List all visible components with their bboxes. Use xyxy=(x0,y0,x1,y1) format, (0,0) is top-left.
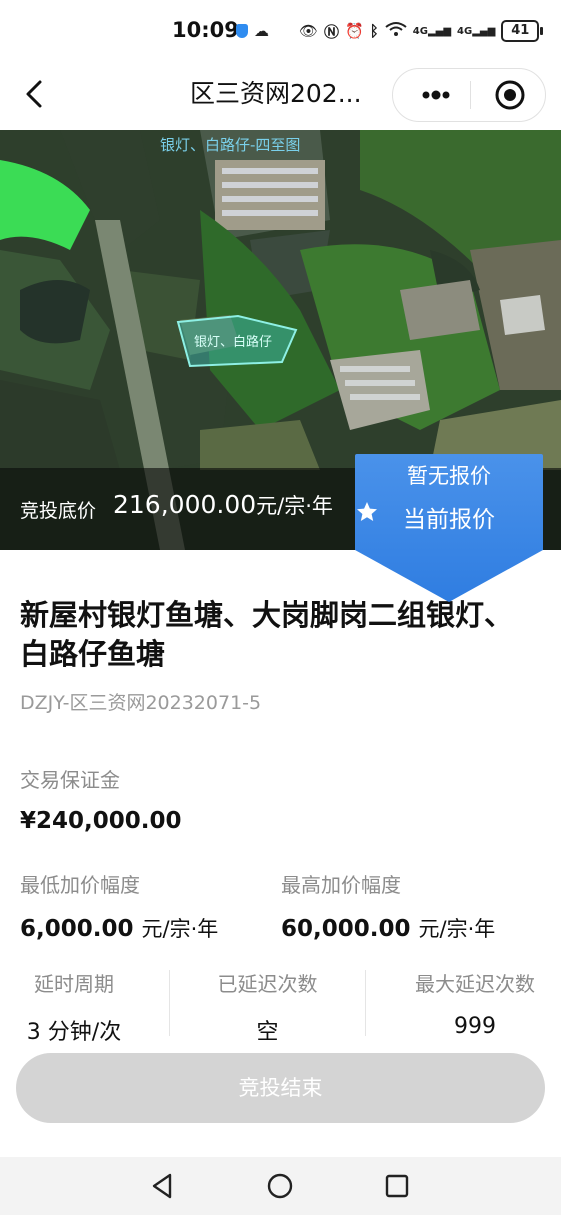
battery-icon: 41 xyxy=(501,20,544,42)
system-nav-bar xyxy=(0,1157,561,1215)
no-bid-text: 暂无报价 xyxy=(407,464,491,488)
max-increment-label: 最高加价幅度 xyxy=(281,873,401,897)
more-dots-icon xyxy=(422,90,450,100)
nav-recents-button[interactable] xyxy=(382,1171,412,1201)
delay-period: 延时周期 3 分钟/次 xyxy=(10,968,138,1045)
max-delay-count: 最大延迟次数 999 xyxy=(400,968,550,1039)
item-title: 新屋村银灯鱼塘、大岗脚岗二组银灯、白路仔鱼塘 xyxy=(20,598,514,671)
square-recents-icon xyxy=(385,1174,409,1198)
alarm-icon: ⏰ xyxy=(345,22,364,40)
more-button[interactable] xyxy=(413,79,459,111)
eye-icon: 👁 xyxy=(299,22,319,40)
nav-bar: 区三资网202... xyxy=(0,62,561,130)
deposit-value: ¥240,000.00 xyxy=(20,808,182,834)
back-button[interactable] xyxy=(18,76,54,112)
map-label-top: 银灯、白路仔-四至图 xyxy=(160,136,300,154)
base-price-value: 216,000.00元/宗·年 xyxy=(113,490,333,519)
cloud-icon: ☁ xyxy=(254,22,269,40)
bluetooth-icon: ᛒ xyxy=(369,22,379,40)
current-bid-label: 当前报价 xyxy=(403,507,495,533)
status-time: 10:09 xyxy=(172,18,239,42)
page-title: 区三资网202... xyxy=(190,79,362,108)
signal-icon: 4G▂▄▆ xyxy=(412,25,452,37)
max-increment-value: 60,000.00 元/宗·年 xyxy=(281,916,496,942)
min-increment-label: 最低加价幅度 xyxy=(20,873,140,897)
deposit-label: 交易保证金 xyxy=(20,768,120,792)
delay-count-value: 空 xyxy=(256,1020,279,1045)
status-icons: ☁ 👁 Ⓝ ⏰ ᛒ 4G▂▄▆ 4G▂▄▆ 41 xyxy=(236,20,544,42)
triangle-back-icon xyxy=(152,1173,172,1199)
target-icon xyxy=(495,80,525,110)
close-miniprogram-button[interactable] xyxy=(493,78,527,112)
auction-ended-button[interactable]: 竞投结束 xyxy=(16,1053,545,1123)
mini-program-capsule xyxy=(392,68,546,122)
max-delay-count-label: 最大延迟次数 xyxy=(415,972,535,996)
wifi-icon xyxy=(385,21,407,41)
base-price-label: 竞投底价 xyxy=(20,500,97,522)
max-delay-count-value: 999 xyxy=(454,1014,496,1039)
nav-home-button[interactable] xyxy=(265,1171,295,1201)
signal-icon: 4G▂▄▆ xyxy=(457,25,496,37)
item-code: DZJY-区三资网20232071-5 xyxy=(20,692,262,714)
nav-back-button[interactable] xyxy=(148,1171,178,1201)
delay-period-value: 3 分钟/次 xyxy=(26,1020,122,1045)
current-bid-label-row: 当前报价 xyxy=(355,500,543,534)
star-icon xyxy=(357,502,377,521)
status-bar: 10:09 ☁ 👁 Ⓝ ⏰ ᛒ 4G▂▄▆ 4G▂▄▆ 41 xyxy=(0,0,561,62)
shield-icon xyxy=(236,24,248,38)
delay-count: 已延迟次数 空 xyxy=(190,968,345,1045)
min-increment-value: 6,000.00 元/宗·年 xyxy=(20,916,219,942)
map-label-pond: 银灯、白路仔 xyxy=(194,334,272,350)
nfc-icon: Ⓝ xyxy=(324,22,340,41)
chevron-left-icon xyxy=(26,80,42,108)
delay-count-label: 已延迟次数 xyxy=(217,972,318,996)
delay-period-label: 延时周期 xyxy=(34,972,114,996)
current-bid-badge[interactable]: 暂无报价 当前报价 xyxy=(355,454,543,602)
circle-home-icon xyxy=(267,1173,293,1199)
